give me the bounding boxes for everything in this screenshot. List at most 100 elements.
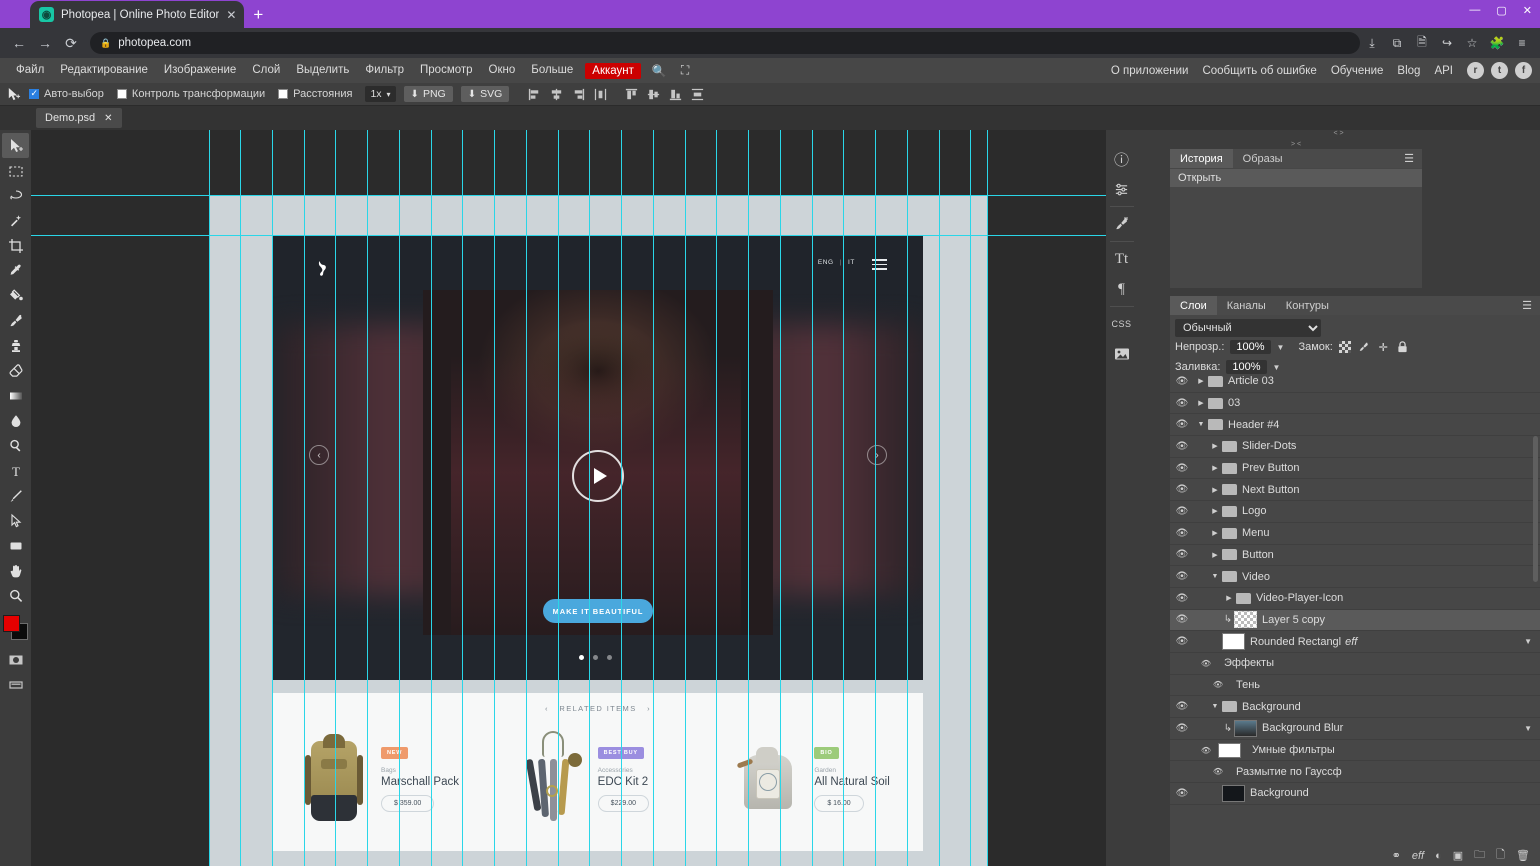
slider-dot[interactable] xyxy=(607,655,612,660)
transform-controls-checkbox[interactable]: Контроль трансформации xyxy=(116,88,265,100)
new-group-icon[interactable]: 🗀 xyxy=(1474,846,1485,865)
eye-icon[interactable]: 👁 xyxy=(1170,463,1194,474)
adjustment-layer-icon[interactable]: ◐ xyxy=(1435,850,1442,862)
next-icon[interactable]: › xyxy=(640,704,651,713)
expand-effects-icon[interactable]: ▼ xyxy=(1524,724,1540,733)
forward-icon[interactable]: → xyxy=(34,30,56,56)
zoom-tool[interactable] xyxy=(2,583,29,608)
eye-icon[interactable]: 👁 xyxy=(1170,788,1194,799)
layer-row[interactable]: 👁 ↳ Layer 5 copy xyxy=(1170,609,1540,632)
info-icon[interactable]: ⓘ xyxy=(1108,144,1136,174)
dodge-tool[interactable] xyxy=(2,433,29,458)
address-bar[interactable]: 🔒 photopea.com xyxy=(90,32,1360,54)
layer-row[interactable]: 👁 ▶ Logo xyxy=(1170,501,1540,523)
blend-mode-select[interactable]: Обычный xyxy=(1175,319,1321,337)
back-icon[interactable]: ← xyxy=(8,30,30,56)
eye-icon[interactable]: 👁 xyxy=(1194,746,1218,755)
path-select-tool[interactable] xyxy=(2,508,29,533)
align-top-icon[interactable] xyxy=(624,87,639,102)
gradient-tool[interactable] xyxy=(2,383,29,408)
slider-dot[interactable] xyxy=(579,655,584,660)
eye-icon[interactable]: 👁 xyxy=(1194,659,1218,668)
link-report-bug[interactable]: Сообщить об ошибке xyxy=(1195,65,1323,77)
layer-list-scrollbar[interactable] xyxy=(1533,436,1538,582)
install-icon[interactable]: ⤓ xyxy=(1364,36,1380,51)
move-tool[interactable] xyxy=(2,133,29,158)
chevron-right-icon[interactable]: ▶ xyxy=(1208,551,1222,559)
chevron-right-icon[interactable]: ▶ xyxy=(1222,594,1236,602)
move-tool-icon[interactable] xyxy=(6,87,21,102)
layer-style-icon[interactable]: eff xyxy=(1412,850,1424,862)
chevron-down-icon[interactable]: ▼ xyxy=(1208,703,1222,710)
menu-more[interactable]: Больше xyxy=(523,58,581,83)
lang-it[interactable]: IT xyxy=(848,259,855,266)
eye-icon[interactable]: 👁 xyxy=(1206,680,1230,689)
export-png-button[interactable]: ⬇ PNG xyxy=(403,86,453,102)
minimize-icon[interactable]: — xyxy=(1469,4,1480,17)
tab-history[interactable]: История xyxy=(1170,149,1233,168)
layer-row[interactable]: 👁 ▶ Prev Button xyxy=(1170,458,1540,480)
menu-account[interactable]: Аккаунт xyxy=(585,62,641,79)
eye-icon[interactable]: 👁 xyxy=(1170,419,1194,430)
chevron-right-icon[interactable]: ▶ xyxy=(1208,486,1222,494)
align-center-h-icon[interactable] xyxy=(549,87,564,102)
collapse-panels-button[interactable]: < > xyxy=(1137,130,1540,140)
export-svg-button[interactable]: ⬇ SVG xyxy=(460,86,510,102)
menu-file[interactable]: Файл xyxy=(8,58,52,83)
eraser-tool[interactable] xyxy=(2,358,29,383)
quick-mask-toggle[interactable] xyxy=(2,647,29,672)
chevron-down-icon[interactable]: ▼ xyxy=(1277,343,1285,352)
layer-thumbnail[interactable] xyxy=(1222,784,1245,802)
panel-collapse-handle[interactable]: > < xyxy=(1170,140,1422,149)
layer-row[interactable]: 👁 ▶ Menu xyxy=(1170,523,1540,545)
extensions-icon[interactable]: 🧩 xyxy=(1489,36,1505,50)
auto-select-checkbox[interactable]: Авто-выбор xyxy=(29,88,104,100)
character-icon[interactable]: Tt xyxy=(1108,244,1136,274)
reddit-icon[interactable]: r xyxy=(1467,62,1484,79)
layer-row[interactable]: 👁 ▶ Video-Player-Icon xyxy=(1170,588,1540,610)
eye-icon[interactable]: 👁 xyxy=(1206,767,1230,776)
eye-icon[interactable]: 👁 xyxy=(1170,636,1194,647)
layer-row[interactable]: 👁 Размытие по Гауссф xyxy=(1170,761,1540,784)
document-tab-demo-psd[interactable]: Demo.psd ✕ xyxy=(36,108,122,128)
brush-settings-icon[interactable] xyxy=(1108,209,1136,239)
marquee-tool[interactable] xyxy=(2,158,29,183)
close-icon[interactable]: ✕ xyxy=(226,9,236,21)
hand-tool[interactable] xyxy=(2,558,29,583)
product-price[interactable]: $ 359.00 xyxy=(381,795,435,812)
layer-row[interactable]: 👁 Эффекты xyxy=(1170,653,1540,675)
screen-mode-toggle[interactable] xyxy=(2,672,29,697)
paragraph-icon[interactable]: ¶ xyxy=(1108,274,1136,304)
close-icon[interactable]: ✕ xyxy=(104,113,112,124)
chevron-down-icon[interactable]: ▼ xyxy=(1208,573,1222,580)
chevron-right-icon[interactable]: ▶ xyxy=(1208,507,1222,515)
eye-icon[interactable]: 👁 xyxy=(1170,528,1194,539)
menu-image[interactable]: Изображение xyxy=(156,58,244,83)
layer-row[interactable]: 👁 ↳ Background Blur ▼ xyxy=(1170,718,1540,740)
tab-layers[interactable]: Слои xyxy=(1170,296,1217,315)
eye-icon[interactable]: 👁 xyxy=(1170,593,1194,604)
eye-icon[interactable]: 👁 xyxy=(1170,484,1194,495)
layer-thumbnail[interactable] xyxy=(1222,633,1245,651)
paint-bucket-tool[interactable] xyxy=(2,283,29,308)
type-tool[interactable]: T xyxy=(2,458,29,483)
chevron-down-icon[interactable]: ▼ xyxy=(1194,421,1208,428)
layer-list[interactable]: 👁 ▶ Article 03 👁 ▶ 03 👁 ▼ Header #4 👁 ▶ Slider-Dots… xyxy=(1170,371,1540,845)
layer-row[interactable]: 👁 ▼ Background xyxy=(1170,696,1540,718)
link-layers-icon[interactable]: ⚭ xyxy=(1392,849,1401,862)
product-card[interactable]: NEW Bags Marschall Pack $ 359.00 xyxy=(273,729,490,833)
distribute-v-icon[interactable] xyxy=(690,87,705,102)
tab-paths[interactable]: Контуры xyxy=(1276,296,1339,315)
eye-icon[interactable]: 👁 xyxy=(1170,441,1194,452)
lock-all-icon[interactable] xyxy=(1396,341,1409,354)
menu-select[interactable]: Выделить xyxy=(288,58,357,83)
opacity-value[interactable]: 100% xyxy=(1230,340,1271,354)
cta-button[interactable]: MAKE IT BEAUTIFUL xyxy=(543,599,653,623)
play-icon[interactable] xyxy=(572,450,624,502)
align-bottom-icon[interactable] xyxy=(668,87,683,102)
facebook-icon[interactable]: f xyxy=(1515,62,1532,79)
eye-icon[interactable]: 👁 xyxy=(1170,701,1194,712)
pen-tool[interactable] xyxy=(2,483,29,508)
layer-row[interactable]: 👁 Тень xyxy=(1170,675,1540,697)
adjustments-icon[interactable] xyxy=(1108,174,1136,204)
